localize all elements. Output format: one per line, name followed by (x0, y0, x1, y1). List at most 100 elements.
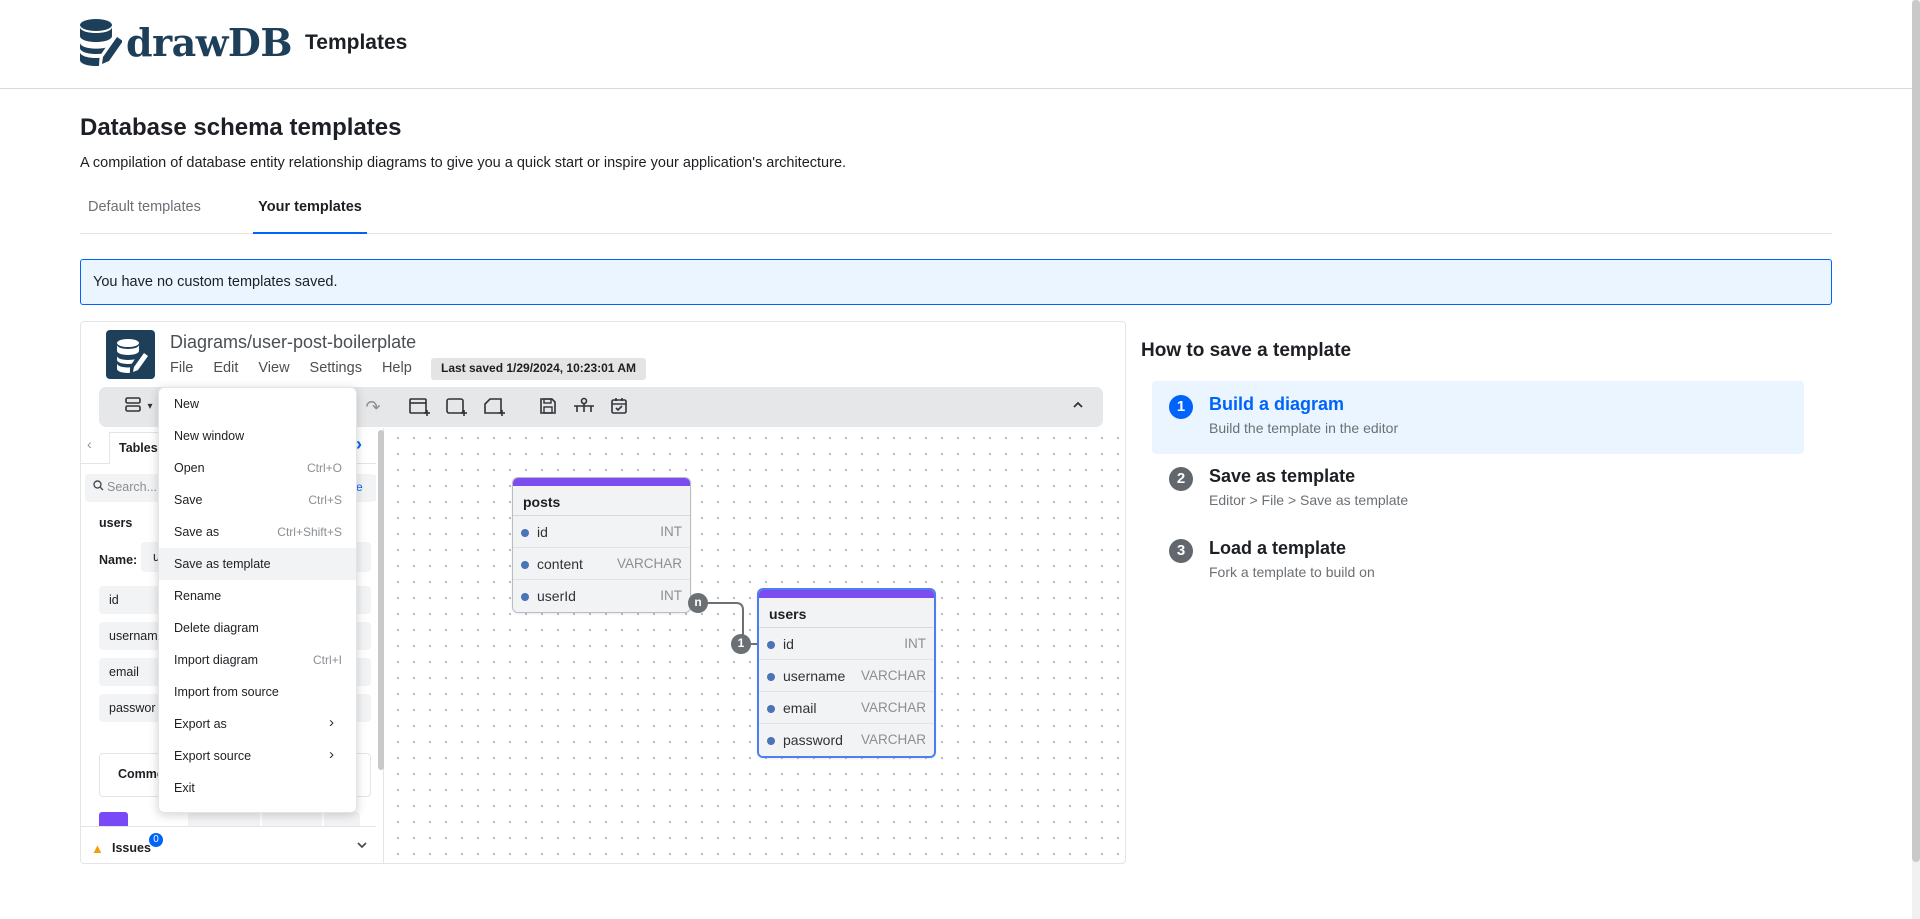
menu-edit[interactable]: Edit (213, 360, 238, 376)
chevron-left-icon[interactable]: ‹ (87, 436, 92, 452)
field-handle[interactable] (521, 593, 529, 601)
table-name-label: Name: (99, 553, 138, 567)
table-row[interactable]: email VARCHAR (759, 692, 934, 724)
field-handle[interactable] (767, 705, 775, 713)
step-description: Build the template in the editor (1209, 420, 1399, 436)
relationship-icon[interactable] (573, 397, 595, 417)
menu-item-label: Exit (174, 781, 195, 795)
chevron-right-icon: › (329, 746, 334, 763)
file-menu-dropdown: New New window Open Ctrl+O Save Ctrl+S Sav… (158, 387, 357, 813)
table-row[interactable]: username VARCHAR (759, 660, 934, 692)
menu-help[interactable]: Help (382, 360, 412, 376)
menu-item-new[interactable]: New (159, 388, 356, 420)
menu-item-save-as[interactable]: Save as Ctrl+Shift+S (159, 516, 356, 548)
diagram-canvas[interactable]: posts id INT content VARCHAR userId INT use… (386, 428, 1126, 864)
page-title: Database schema templates (80, 114, 402, 141)
database-pen-icon (80, 19, 122, 66)
brand-logo[interactable]: drawDB (78, 18, 293, 66)
add-table-icon[interactable] (409, 397, 431, 417)
table-row[interactable]: password VARCHAR (759, 724, 934, 756)
warning-icon: ▲ (91, 841, 104, 856)
issues-label: Issues (112, 841, 151, 855)
field-name: id (783, 636, 794, 652)
menu-file[interactable]: File (170, 360, 193, 376)
sidebar-scrollbar[interactable] (378, 430, 384, 770)
field-handle[interactable] (521, 561, 529, 569)
menu-item-label: Delete diagram (174, 621, 259, 635)
database-pen-icon (117, 339, 148, 373)
step-title: Build a diagram (1209, 394, 1345, 414)
field-handle[interactable] (767, 673, 775, 681)
field-handle[interactable] (767, 641, 775, 649)
empty-templates-notice: You have no custom templates saved. (80, 259, 1832, 305)
menu-item-export-source[interactable]: Export source › (159, 740, 356, 772)
menu-item-label: Export as (174, 717, 227, 731)
selected-table-name[interactable]: users (99, 516, 132, 530)
page-scrollbar[interactable] (1912, 0, 1920, 919)
redo-icon[interactable]: ↷ (362, 397, 384, 417)
menu-item-rename[interactable]: Rename (159, 580, 356, 612)
menu-item-label: Save (174, 493, 203, 507)
save-icon[interactable] (537, 397, 559, 417)
menu-item-new-window[interactable]: New window (159, 420, 356, 452)
field-name: id (537, 524, 548, 540)
step-load-template[interactable]: 3 Load a template Fork a template to bui… (1152, 525, 1804, 598)
editor-logo[interactable] (106, 330, 155, 379)
field-name: content (537, 556, 583, 572)
issues-panel[interactable]: ▲ Issues 0 (81, 826, 376, 863)
calendar-check-icon[interactable] (608, 397, 630, 417)
editor-preview: Diagrams/user-post-boilerplate File Edit… (80, 321, 1126, 864)
menu-item-label: Save as template (174, 557, 271, 571)
chevron-down-icon[interactable] (356, 838, 368, 854)
add-table-button[interactable]: e (356, 475, 376, 501)
table-users[interactable]: users id INT username VARCHAR email VARCHAR… (757, 588, 936, 758)
menu-settings[interactable]: Settings (310, 360, 362, 376)
chevron-up-icon[interactable] (1067, 397, 1089, 417)
menu-item-open[interactable]: Open Ctrl+O (159, 452, 356, 484)
table-posts[interactable]: posts id INT content VARCHAR userId INT (512, 477, 691, 613)
field-type: VARCHAR (860, 700, 926, 715)
menu-item-shortcut: Ctrl+S (308, 493, 342, 507)
field-type: INT (904, 636, 926, 651)
table-row[interactable]: id INT (513, 516, 690, 548)
field-type: VARCHAR (860, 668, 926, 683)
top-bar: drawDB Templates (0, 0, 1912, 89)
menu-item-save[interactable]: Save Ctrl+S (159, 484, 356, 516)
page-scrollbar-thumb[interactable] (1912, 0, 1920, 862)
brand-name: drawDB (126, 19, 293, 65)
table-row[interactable]: id INT (759, 628, 934, 660)
search-icon (93, 480, 107, 494)
table-row[interactable]: content VARCHAR (513, 548, 690, 580)
add-note-icon[interactable] (484, 397, 506, 417)
cardinality-badge-one: 1 (731, 634, 751, 654)
menu-item-import-diagram[interactable]: Import diagram Ctrl+I (159, 644, 356, 676)
diagram-title[interactable]: Diagrams/user-post-boilerplate (170, 332, 416, 353)
table-row[interactable]: userId INT (513, 580, 690, 612)
chevron-right-icon: › (329, 714, 334, 731)
howto-title: How to save a template (1141, 340, 1352, 361)
field-handle[interactable] (767, 737, 775, 745)
editor-menubar: File Edit View Settings Help (170, 360, 432, 376)
step-build-diagram[interactable]: 1 Build a diagram Build the template in … (1152, 381, 1804, 454)
menu-item-shortcut: Ctrl+I (312, 653, 342, 667)
menu-item-label: New (174, 397, 200, 411)
menu-item-exit[interactable]: Exit (159, 772, 356, 804)
relationship-line[interactable] (386, 428, 1126, 864)
menu-item-export-as[interactable]: Export as › (159, 708, 356, 740)
tab-your-templates[interactable]: Your templates (253, 193, 367, 234)
add-area-icon[interactable] (446, 397, 468, 417)
step-number: 3 (1169, 539, 1193, 563)
cardinality-badge-many: n (688, 593, 708, 613)
menu-item-delete-diagram[interactable]: Delete diagram (159, 612, 356, 644)
field-handle[interactable] (521, 529, 529, 537)
menu-view[interactable]: View (258, 360, 289, 376)
nav-templates[interactable]: Templates (305, 31, 407, 55)
table-header: posts (513, 478, 690, 516)
menu-item-import-from-source[interactable]: Import from source (159, 676, 356, 708)
step-save-as-template[interactable]: 2 Save as template Editor > File > Save … (1152, 453, 1804, 526)
menu-item-label: Import diagram (174, 653, 259, 667)
tab-default-templates[interactable]: Default templates (88, 193, 201, 234)
menu-item-label: Rename (174, 589, 222, 603)
menu-item-save-as-template[interactable]: Save as template (159, 548, 356, 580)
field-type: INT (660, 524, 682, 539)
